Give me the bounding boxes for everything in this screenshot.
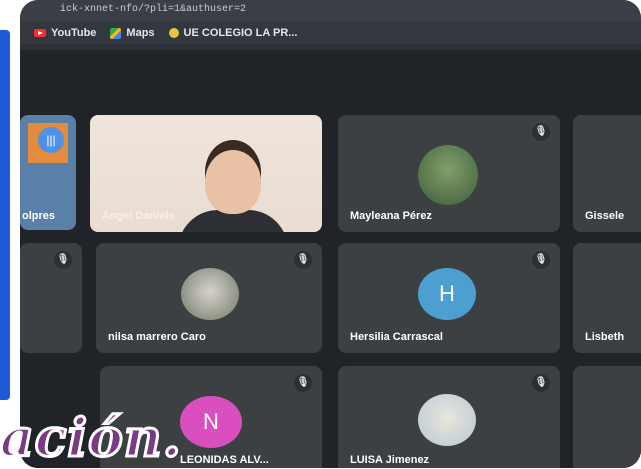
participant-tile-angel[interactable]: Angel Daniels bbox=[90, 115, 322, 232]
avatar-initial: N bbox=[180, 396, 242, 448]
bookmark-label: Maps bbox=[126, 27, 155, 39]
participant-name: olpres bbox=[22, 210, 56, 222]
participant-name: LEONIDAS ALV... bbox=[180, 454, 269, 466]
participant-tile-nilsa[interactable]: 🎙 nilsa marrero Caro bbox=[96, 243, 322, 353]
avatar bbox=[418, 394, 476, 446]
avatar-initial: H bbox=[418, 268, 476, 320]
bookmark-label: UE COLEGIO LA PR... bbox=[183, 27, 298, 39]
participant-tile-mayleana[interactable]: 🎙 Mayleana Pérez bbox=[338, 115, 560, 232]
avatar bbox=[181, 268, 239, 320]
person-head bbox=[205, 150, 261, 214]
bookmark-youtube[interactable]: YouTube bbox=[34, 27, 96, 39]
meeting-screen: ick-xnnet-nfo/?pli=1&authuser=2 YouTube … bbox=[20, 0, 641, 468]
participant-tile-gissele[interactable]: Gissele bbox=[573, 115, 641, 232]
bookmark-colegio[interactable]: UE COLEGIO LA PR... bbox=[168, 27, 298, 39]
overlay-caption: ación. bbox=[0, 407, 182, 469]
mic-off-icon: 🎙 bbox=[532, 374, 550, 392]
globe-icon bbox=[168, 28, 179, 38]
participant-tile-partial[interactable] bbox=[573, 366, 641, 468]
participant-name: LUISA Jimenez bbox=[350, 454, 430, 466]
bookmarks-bar: YouTube Maps UE COLEGIO LA PR... bbox=[20, 22, 641, 44]
mic-off-icon: 🎙 bbox=[54, 251, 72, 269]
participant-name: Angel Daniels bbox=[102, 210, 175, 222]
participant-tile-partial[interactable]: 🎙 bbox=[20, 243, 82, 353]
participant-name: Gissele bbox=[585, 210, 625, 222]
participant-tile-luisa[interactable]: 🎙 LUISA Jimenez bbox=[338, 366, 560, 468]
mic-off-icon: 🎙 bbox=[532, 123, 550, 141]
participant-name: Mayleana Pérez bbox=[350, 210, 432, 222]
participant-grid: ||| olpres Angel Daniels 🎙 Mayleana Pére… bbox=[20, 50, 641, 468]
mic-off-icon: 🎙 bbox=[532, 251, 550, 269]
participant-tile-hersilia[interactable]: 🎙 H Hersilia Carrascal bbox=[338, 243, 560, 353]
address-bar[interactable]: ick-xnnet-nfo/?pli=1&authuser=2 bbox=[20, 0, 641, 22]
participant-name: Lisbeth bbox=[585, 331, 625, 343]
mic-off-icon: 🎙 bbox=[294, 374, 312, 392]
participant-tile-olpres[interactable]: ||| olpres bbox=[20, 115, 76, 230]
left-accent-bar bbox=[0, 30, 10, 400]
participant-tile-lisbeth[interactable]: Lisbeth bbox=[573, 243, 641, 353]
participant-name: Hersilia Carrascal bbox=[350, 331, 443, 343]
youtube-icon bbox=[34, 29, 46, 37]
audio-indicator-icon: ||| bbox=[38, 127, 64, 153]
mic-off-icon: 🎙 bbox=[294, 251, 312, 269]
bookmark-label: YouTube bbox=[51, 27, 97, 39]
bookmark-maps[interactable]: Maps bbox=[110, 27, 155, 39]
participant-name: nilsa marrero Caro bbox=[108, 331, 206, 343]
maps-icon bbox=[110, 27, 122, 39]
avatar bbox=[418, 145, 478, 205]
